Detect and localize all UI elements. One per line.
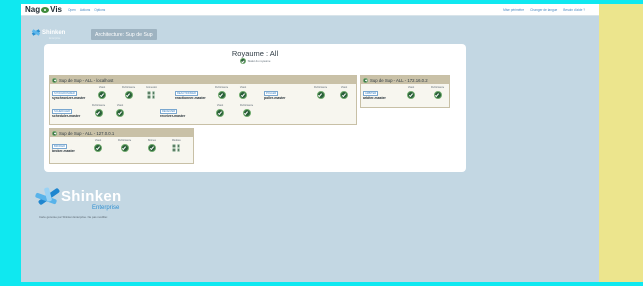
node-poller[interactable]: POLLER poller-master Performance Vivant (264, 87, 356, 103)
ok-check-icon[interactable] (340, 91, 348, 99)
node-status-connection: Connexion (146, 87, 157, 99)
node-name[interactable]: receiver-master (160, 114, 185, 118)
node-status-alive: Vivant (239, 87, 247, 99)
ok-check-icon[interactable] (120, 144, 129, 152)
shinken-brand-name: Shinken (61, 188, 122, 205)
link-perimeter[interactable]: Mise périmètre (503, 8, 524, 12)
architecture-button[interactable]: Architecture: Sup de Sup (91, 29, 157, 40)
top-menu: Open Actions Options (68, 8, 105, 12)
realm-header-title: Sup de Sup - ALL - 127.0.0.1 (59, 130, 115, 136)
link-help[interactable]: Besoin d'aide ? (563, 8, 585, 12)
node-scheduler[interactable]: SCHEDULER scheduler-master Performance V… (52, 105, 142, 121)
shinken-small-name: Shinken (42, 30, 66, 36)
map-generated-note: Carte générée par Shinken Enterprise. Ne… (39, 215, 108, 219)
node-broker[interactable]: BROKER broker-master Vivant Performance … (52, 140, 192, 156)
node-synchronizer[interactable]: SYNCHRONIZER synchronizer-master Vivant … (52, 87, 172, 103)
shinken-star-icon (34, 186, 61, 208)
shinken-star-icon (31, 28, 41, 38)
ok-check-icon[interactable] (363, 77, 368, 83)
node-name[interactable]: scheduler-master (52, 114, 80, 118)
grid-status-icon[interactable] (147, 91, 156, 99)
node-status-alive: Vivant (94, 140, 102, 152)
node-name[interactable]: arbiter-master (363, 96, 386, 100)
top-right-links: Mise périmètre Changer de langue Besoin … (503, 8, 585, 12)
ok-check-icon[interactable] (433, 91, 442, 99)
node-arbiter[interactable]: ARBITER arbiter-master Vivant Performanc… (363, 87, 449, 103)
node-status-performance: Performance (122, 87, 135, 99)
logo-eye-icon (41, 6, 50, 13)
shinken-small-sub: Enterprise (49, 37, 61, 40)
nagvis-logo: Nag Vis (25, 5, 62, 14)
logo-text-end: Vis (50, 5, 62, 14)
top-toolbar: Nag Vis Open Actions Options Mise périmè… (21, 4, 599, 16)
ok-check-icon[interactable] (52, 77, 57, 83)
node-status-alive: Vivant (98, 87, 106, 99)
ok-check-icon[interactable] (239, 58, 246, 64)
nagvis-map-view: Nag Vis Open Actions Options Mise périmè… (21, 4, 599, 282)
node-status-performance: Performance (118, 140, 131, 152)
ok-check-icon[interactable] (116, 109, 124, 117)
realm-header-title: Sup de Sup - ALL - 172.16.0.2 (370, 77, 428, 83)
node-status-alive: Vivant (407, 87, 415, 99)
realm-panel: Royaume : All Statut du royaume Sup de S… (44, 44, 466, 172)
node-receiver[interactable]: RECEIVER receiver-master Vivant Performa… (160, 105, 260, 121)
node-status-performance: Performance (240, 105, 253, 117)
menu-actions[interactable]: Actions (80, 8, 90, 12)
ok-check-icon[interactable] (217, 91, 226, 99)
node-status-alive: Vivant (116, 105, 124, 117)
node-status-bonnes: Bonnes (148, 140, 156, 152)
realm-status-label: Statut du royaume (247, 59, 271, 63)
realm-header: Sup de Sup - ALL - 127.0.0.1 (50, 129, 193, 137)
realm-header-title: Sup de Sup - ALL - localhost (59, 77, 114, 83)
right-side-panel (599, 4, 643, 282)
ok-check-icon[interactable] (94, 144, 102, 152)
realm-status: Statut du royaume (44, 58, 466, 64)
grid-status-icon[interactable] (172, 144, 181, 152)
realm-box-172: Sup de Sup - ALL - 172.16.0.2 ARBITER ar… (360, 75, 450, 108)
node-status-performance: Performance (215, 87, 228, 99)
realm-header: Sup de Sup - ALL - localhost (50, 76, 356, 84)
ok-check-icon[interactable] (242, 109, 251, 117)
ok-check-icon[interactable] (407, 91, 415, 99)
logo-text-start: Nag (25, 5, 41, 14)
node-status-alive: Vivant (340, 87, 348, 99)
shinken-small-logo: Shinken Enterprise (31, 28, 66, 40)
ok-check-icon[interactable] (52, 130, 57, 136)
node-status-performance: Performance (314, 87, 327, 99)
link-language[interactable]: Changer de langue (530, 8, 557, 12)
ok-check-icon[interactable] (148, 144, 156, 152)
node-status-modules: Modules (172, 140, 181, 152)
node-status-alive: Vivant (216, 105, 224, 117)
realm-header: Sup de Sup - ALL - 172.16.0.2 (361, 76, 449, 84)
node-status-performance: Performance (92, 105, 105, 117)
shinken-brand-edition: Enterprise (92, 205, 120, 211)
realm-box-127: Sup de Sup - ALL - 127.0.0.1 BROKER brok… (49, 128, 194, 164)
ok-check-icon[interactable] (239, 91, 247, 99)
menu-options[interactable]: Options (94, 8, 105, 12)
ok-check-icon[interactable] (98, 91, 106, 99)
node-name[interactable]: poller-master (264, 96, 285, 100)
ok-check-icon[interactable] (94, 109, 103, 117)
ok-check-icon[interactable] (216, 109, 224, 117)
node-name[interactable]: broker-master (52, 149, 75, 153)
node-name[interactable]: reactionner-master (175, 96, 206, 100)
node-status-performance: Performance (431, 87, 444, 99)
realm-box-localhost: Sup de Sup - ALL - localhost SYNCHRONIZE… (49, 75, 357, 125)
ok-check-icon[interactable] (124, 91, 133, 99)
ok-check-icon[interactable] (316, 91, 325, 99)
node-reactionner[interactable]: REACTIONNER reactionner-master Performan… (175, 87, 257, 103)
realm-title: Royaume : All (231, 49, 279, 58)
node-name[interactable]: synchronizer-master (52, 96, 85, 100)
menu-open[interactable]: Open (68, 8, 76, 12)
